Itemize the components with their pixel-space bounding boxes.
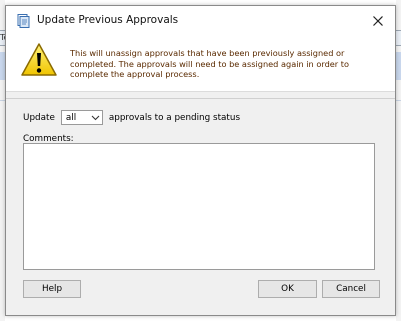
- help-button[interactable]: Help: [23, 280, 81, 298]
- close-icon[interactable]: [369, 12, 387, 30]
- update-suffix-label: approvals to a pending status: [108, 112, 241, 123]
- warning-icon: [20, 42, 58, 78]
- update-row: Update all approvals to a pending status: [23, 109, 240, 126]
- ok-button[interactable]: OK: [258, 280, 317, 298]
- banner-divider: [6, 98, 395, 99]
- chevron-down-icon[interactable]: [90, 111, 102, 124]
- dialog-title: Update Previous Approvals: [37, 14, 179, 26]
- update-scope-select[interactable]: all: [60, 110, 103, 125]
- comments-textarea[interactable]: [23, 143, 375, 270]
- approvals-icon: [15, 13, 31, 29]
- background-selection-band: [396, 52, 401, 80]
- warning-banner: This will unassign approvals that have b…: [6, 36, 395, 92]
- dialog-titlebar: Update Previous Approvals: [6, 6, 395, 36]
- update-label: Update: [23, 112, 55, 123]
- update-previous-approvals-dialog: Update Previous Approvals This will unas…: [5, 5, 396, 316]
- background-window-right: [396, 0, 401, 321]
- cancel-button[interactable]: Cancel: [322, 280, 380, 298]
- background-row-line: [396, 100, 401, 101]
- warning-message: This will unassign approvals that have b…: [70, 48, 349, 79]
- update-scope-value: all: [65, 112, 77, 123]
